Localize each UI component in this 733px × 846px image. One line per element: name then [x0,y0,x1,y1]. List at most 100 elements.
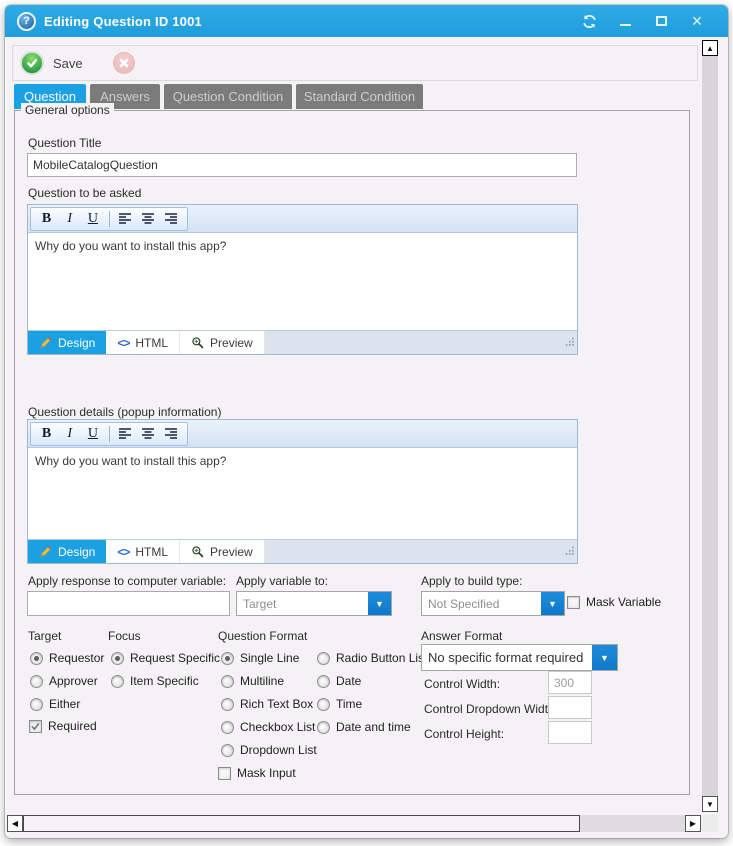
html-tab-label: HTML [135,545,168,559]
cancel-button[interactable] [113,52,135,74]
radio-icon[interactable] [317,698,330,711]
mask-input-label: Mask Input [237,766,296,780]
radio-checkbox-list[interactable]: Checkbox List [221,720,315,734]
radio-icon[interactable] [221,652,234,665]
control-height-input[interactable] [548,721,592,744]
close-button[interactable]: × [686,10,708,32]
radio-icon[interactable] [30,652,43,665]
mask-variable-option[interactable]: Mask Variable [567,595,661,609]
radio-single-line[interactable]: Single Line [221,651,299,665]
window-controls: × [578,10,728,32]
radio-dropdown-list[interactable]: Dropdown List [221,743,317,757]
minimize-button[interactable] [614,10,636,32]
computer-variable-input[interactable] [27,591,230,616]
horizontal-scrollbar-thumb[interactable] [23,815,580,832]
build-type-dropdown[interactable]: Not Specified ▼ [421,591,565,616]
required-checkbox[interactable] [29,720,42,733]
resize-grip[interactable] [564,543,575,561]
apply-variable-to-dropdown[interactable]: Target ▼ [236,591,392,616]
scroll-up-button[interactable]: ▲ [702,40,718,56]
radio-radio-button-list[interactable]: Radio Button List [317,651,427,665]
radio-date[interactable]: Date [317,674,361,688]
html-tab[interactable]: <> HTML [106,540,180,563]
preview-tab[interactable]: Preview [180,331,265,354]
bold-button[interactable]: B [37,209,56,229]
editor-toolbar: B I U [28,420,577,448]
mask-variable-checkbox[interactable] [567,596,580,609]
preview-tab[interactable]: Preview [180,540,265,563]
tab-question-condition[interactable]: Question Condition [164,84,292,109]
radio-label: Date [336,674,361,688]
design-tab[interactable]: Design [28,331,106,354]
required-option[interactable]: Required [29,719,97,733]
radio-date-and-time[interactable]: Date and time [317,720,411,734]
align-center-button[interactable] [139,209,158,229]
underline-button[interactable]: U [83,424,102,444]
window-title: Editing Question ID 1001 [44,14,202,29]
radio-icon[interactable] [30,698,43,711]
control-width-input[interactable] [548,671,592,694]
radio-label: Dropdown List [240,743,317,757]
radio-icon[interactable] [30,675,43,688]
radio-approver[interactable]: Approver [30,674,98,688]
italic-button[interactable]: I [60,424,79,444]
align-right-button[interactable] [162,424,181,444]
dropdown-arrow-icon[interactable]: ▼ [592,645,617,670]
help-icon[interactable]: ? [17,12,36,31]
underline-button[interactable]: U [83,209,102,229]
bold-button[interactable]: B [37,424,56,444]
dropdown-arrow-icon[interactable]: ▼ [368,592,391,615]
scroll-right-button[interactable]: ▶ [685,815,701,832]
title-bar[interactable]: ? Editing Question ID 1001 × [5,5,728,37]
preview-tab-label: Preview [210,336,253,350]
radio-request-specific[interactable]: Request Specific [111,651,220,665]
refresh-button[interactable] [578,10,600,32]
scroll-left-button[interactable]: ◀ [7,815,23,832]
target-group-label: Target [28,629,61,643]
build-type-value: Not Specified [422,592,541,615]
align-left-button[interactable] [115,209,134,229]
question-asked-text[interactable]: Why do you want to install this app? [28,233,577,330]
question-title-input[interactable] [27,153,577,177]
radio-icon[interactable] [221,744,234,757]
maximize-button[interactable] [650,10,672,32]
scroll-down-button[interactable]: ▼ [702,796,718,812]
mask-input-option[interactable]: Mask Input [218,766,296,780]
radio-item-specific[interactable]: Item Specific [111,674,199,688]
resize-grip[interactable] [564,334,575,352]
radio-icon[interactable] [317,652,330,665]
radio-icon[interactable] [111,675,124,688]
align-left-button[interactable] [115,424,134,444]
radio-multiline[interactable]: Multiline [221,674,284,688]
align-center-button[interactable] [139,424,158,444]
question-details-text[interactable]: Why do you want to install this app? [28,448,577,539]
mask-input-checkbox[interactable] [218,767,231,780]
answer-format-value: No specific format required [422,645,592,670]
radio-icon[interactable] [221,675,234,688]
html-tab[interactable]: <> HTML [106,331,180,354]
answer-format-dropdown[interactable]: No specific format required ▼ [421,644,618,671]
tab-standard-condition[interactable]: Standard Condition [296,84,423,109]
radio-label: Multiline [240,674,284,688]
design-tab-label: Design [58,336,95,350]
radio-icon[interactable] [111,652,124,665]
radio-icon[interactable] [221,721,234,734]
radio-label: Time [336,697,362,711]
dropdown-arrow-icon[interactable]: ▼ [541,592,564,615]
scrollbar-corner [702,815,718,832]
align-right-button[interactable] [162,209,181,229]
radio-icon[interactable] [317,675,330,688]
radio-either[interactable]: Either [30,697,80,711]
radio-icon[interactable] [221,698,234,711]
design-tab[interactable]: Design [28,540,106,563]
save-button[interactable]: Save [20,51,83,75]
radio-requestor[interactable]: Requestor [30,651,104,665]
radio-time[interactable]: Time [317,697,362,711]
radio-icon[interactable] [317,721,330,734]
pencil-icon [39,336,52,349]
vertical-scrollbar-track[interactable] [702,56,718,796]
control-dropdown-width-input[interactable] [548,696,592,719]
radio-rich-text-box[interactable]: Rich Text Box [221,697,313,711]
italic-button[interactable]: I [60,209,79,229]
editor-mode-strip: Design <> HTML Preview [28,330,577,354]
